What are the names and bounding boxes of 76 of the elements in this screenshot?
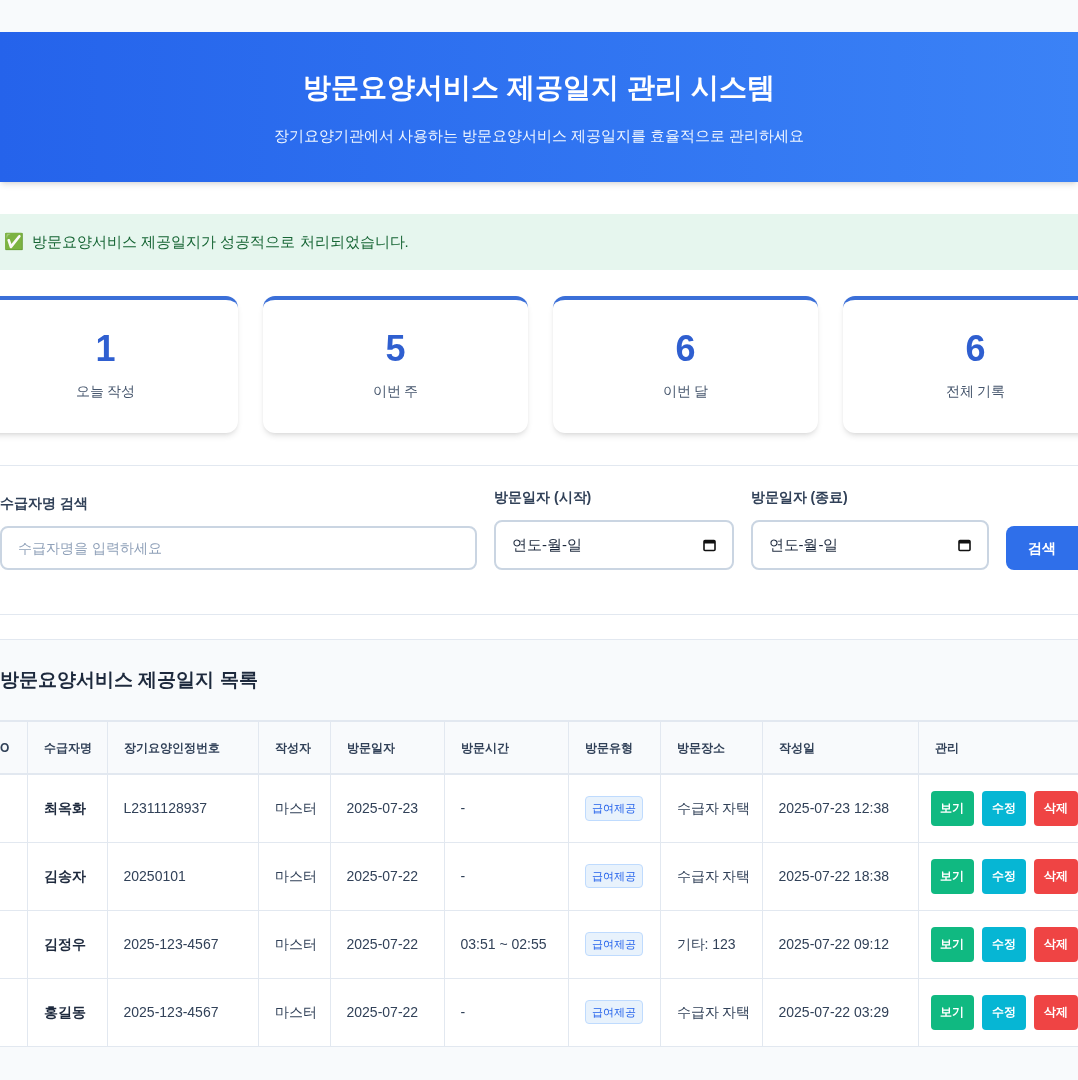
- edit-button[interactable]: 수정: [982, 790, 1026, 826]
- alert-message: 방문요양서비스 제공일지가 성공적으로 처리되었습니다.: [32, 231, 409, 252]
- date-field[interactable]: 연도-월-일: [494, 520, 734, 570]
- stat-value: 6: [965, 331, 986, 367]
- view-button[interactable]: 보기: [930, 790, 975, 826]
- table-cell: 수급자 자택: [660, 978, 762, 1046]
- table-cell: 2025-07-22 03:29: [762, 978, 918, 1046]
- stat-value: 1: [95, 331, 116, 367]
- table-cell: 2025-123-4567: [107, 978, 258, 1046]
- page-title: 방문요양서비스 제공일지 관리 시스템: [303, 70, 775, 105]
- calendar-icon[interactable]: [702, 538, 716, 552]
- table-cell: 김송자: [27, 842, 107, 910]
- column-header: 장기요양인정번호: [107, 721, 258, 774]
- date-field[interactable]: 연도-월-일: [750, 520, 989, 570]
- stat-label: 전체 기록: [945, 382, 1006, 401]
- table-cell: 김정우: [27, 910, 107, 978]
- column-header: 방문일자: [330, 721, 444, 774]
- column-header: 수급자명: [27, 721, 107, 774]
- stat-value: 5: [385, 331, 406, 367]
- view-button[interactable]: 보기: [930, 926, 975, 962]
- table-cell: 마스터: [258, 978, 330, 1046]
- table-cell: 2025-123-4567: [107, 910, 258, 978]
- section-title: 방문요양서비스 제공일지 목록: [0, 668, 259, 692]
- type-tag: 급여제공: [584, 796, 643, 821]
- stat-label: 이번 주: [372, 382, 419, 401]
- calendar-icon[interactable]: [958, 538, 971, 552]
- table-cell: 수급자 자택: [660, 842, 762, 910]
- table-cell: 마스터: [258, 842, 330, 910]
- page-subtitle: 장기요양기관에서 사용하는 방문요양서비스 제공일지를 효율적으로 관리하세요: [273, 125, 805, 146]
- table-cell: 홍길동: [27, 978, 107, 1046]
- delete-button[interactable]: 삭제: [1033, 994, 1078, 1030]
- table-cell: -: [444, 842, 568, 910]
- view-button[interactable]: 보기: [930, 858, 975, 894]
- column-header: 관리: [918, 721, 1078, 774]
- type-tag: 급여제공: [584, 999, 643, 1025]
- table-cell: -: [444, 774, 568, 842]
- stat-value: 6: [675, 331, 696, 367]
- stat-label: 오늘 작성: [75, 382, 136, 401]
- table-cell: 마스터: [258, 910, 330, 978]
- column-header: 방문유형: [568, 721, 660, 774]
- edit-button[interactable]: 수정: [982, 926, 1026, 962]
- column-header: 방문장소: [660, 721, 762, 774]
- column-header: 작성일: [762, 721, 918, 774]
- table-cell: 03:51 ~ 02:55: [444, 910, 568, 978]
- field-label: 방문일자 (종료): [750, 488, 849, 507]
- view-button[interactable]: 보기: [930, 994, 975, 1030]
- check-icon: ✅: [4, 230, 24, 254]
- column-header: O: [0, 721, 27, 774]
- table-cell: 최옥화: [27, 774, 107, 842]
- field-label: 방문일자 (시작): [494, 488, 593, 507]
- table-cell: 수급자 자택: [660, 774, 762, 842]
- table-cell: 마스터: [258, 774, 330, 842]
- table-cell: 2025-07-22: [330, 910, 444, 978]
- column-header: 방문시간: [444, 721, 568, 774]
- table-cell: 2025-07-22 18:38: [762, 842, 918, 910]
- table-cell: 2025-07-22: [330, 842, 444, 910]
- table-cell: 20250101: [107, 842, 258, 910]
- table-cell: 2025-07-23 12:38: [762, 774, 918, 842]
- field-label: 수급자명 검색: [0, 494, 89, 513]
- table-cell: 2025-07-22: [330, 978, 444, 1046]
- table-cell: 2025-07-22 09:12: [762, 910, 918, 978]
- delete-button[interactable]: 삭제: [1033, 790, 1078, 826]
- delete-button[interactable]: 삭제: [1033, 858, 1078, 894]
- type-tag: 급여제공: [584, 863, 643, 889]
- delete-button[interactable]: 삭제: [1033, 926, 1078, 962]
- edit-button[interactable]: 수정: [982, 994, 1026, 1030]
- table-cell: 2025-07-23: [330, 774, 444, 842]
- column-header: 작성자: [258, 721, 330, 774]
- table-cell: L2311128937: [107, 774, 258, 842]
- type-tag: 급여제공: [584, 931, 643, 957]
- stat-label: 이번 달: [662, 382, 709, 401]
- search-button[interactable]: 검색: [1006, 526, 1078, 570]
- table-cell: 기타: 123: [660, 910, 762, 978]
- search-field[interactable]: 수급자명을 입력하세요: [0, 526, 477, 570]
- table-cell: -: [444, 978, 568, 1046]
- edit-button[interactable]: 수정: [982, 858, 1026, 894]
